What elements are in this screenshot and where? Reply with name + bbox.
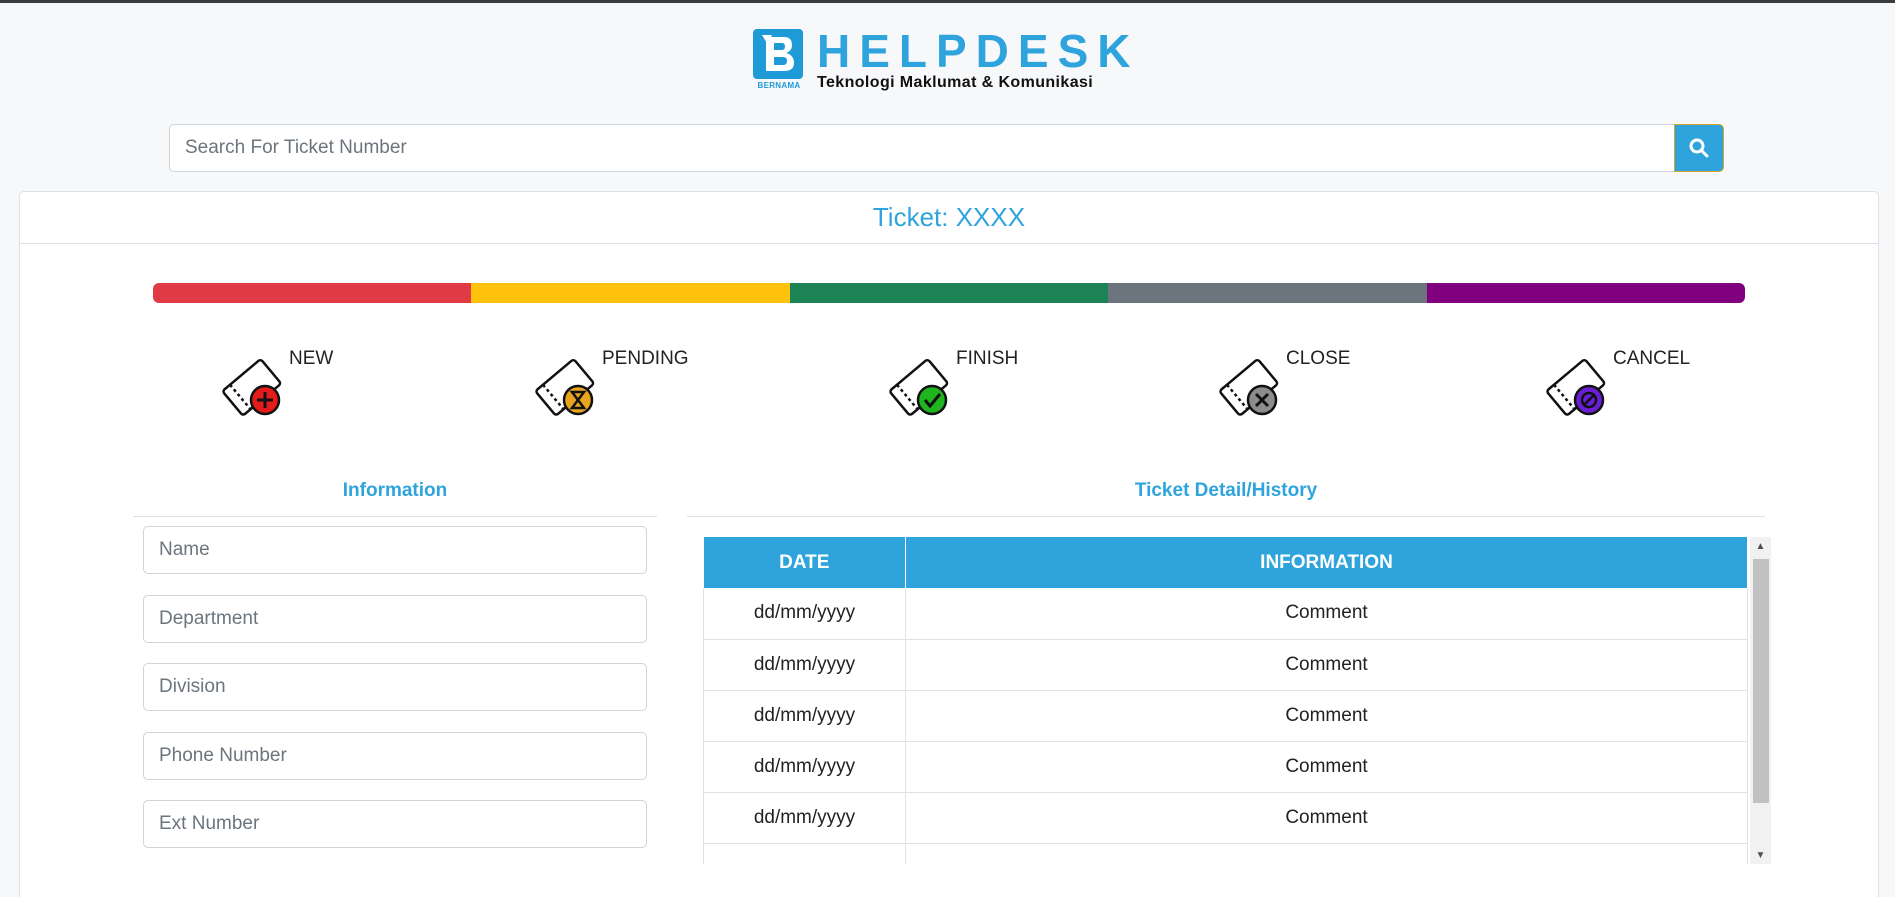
progress-segment-cancel [1426,283,1745,303]
history-table-container[interactable]: DATE INFORMATION dd/mm/yyyy Comment dd/m… [703,537,1771,864]
bernama-logo: BERNAMA [753,29,805,91]
pending-ticket-icon [535,359,595,416]
table-row: dd/mm/yyyy Comment [703,792,1748,844]
app-subtitle: Teknologi Maklumat & Komunikasi [817,74,1094,91]
row-information: Comment [905,690,1748,742]
information-title: Information [342,480,448,501]
table-row: dd/mm/yyyy Comment [703,741,1748,793]
row-information: Comment [905,792,1748,844]
scroll-up-arrow-icon[interactable]: ▲ [1750,537,1771,555]
row-date [703,843,906,864]
search-input[interactable] [169,124,1674,172]
phone-number-field[interactable] [143,732,647,780]
row-date: dd/mm/yyyy [703,588,906,640]
table-scrollbar[interactable]: ▲ ▼ [1750,537,1771,864]
table-row [703,843,1748,864]
department-field[interactable] [143,595,647,643]
row-information: Comment [905,588,1748,640]
ticket-card: Ticket: XXXX NEW PENDING FINISH CLOSE CA… [19,191,1879,897]
name-field[interactable] [143,526,647,574]
status-label-new: NEW [289,348,334,369]
row-date: dd/mm/yyyy [703,792,906,844]
logo-caption: BERNAMA [757,81,801,90]
table-row: dd/mm/yyyy Comment [703,639,1748,691]
status-label-close: CLOSE [1286,348,1351,369]
scrollbar-thumb[interactable] [1753,559,1769,803]
table-row: dd/mm/yyyy Comment [703,588,1748,640]
row-date: dd/mm/yyyy [703,639,906,691]
search-icon [1689,138,1709,158]
row-information: Comment [905,639,1748,691]
progress-segment-pending [471,283,790,303]
column-header-information: INFORMATION [905,537,1748,588]
information-divider [133,516,657,517]
history-table: DATE INFORMATION dd/mm/yyyy Comment dd/m… [703,537,1748,864]
history-title: Ticket Detail/History [1134,480,1318,501]
status-label-pending: PENDING [602,348,689,369]
cancel-ticket-icon [1546,359,1606,416]
close-ticket-icon [1219,359,1279,416]
history-divider [687,516,1765,517]
row-information: Comment [905,741,1748,793]
header: BERNAMA HELPDESK Teknologi Maklumat & Ko… [753,25,1140,92]
table-header-row: DATE INFORMATION [703,537,1748,588]
status-label-finish: FINISH [956,348,1019,369]
logo-mark-icon [753,29,803,79]
status-progress-bar [153,283,1745,303]
search-button[interactable] [1674,124,1724,172]
division-field[interactable] [143,663,647,711]
app-title: HELPDESK [817,25,1140,77]
scroll-down-arrow-icon[interactable]: ▼ [1750,846,1771,864]
search-bar [169,124,1724,172]
progress-segment-close [1108,283,1427,303]
ext-number-field[interactable] [143,800,647,848]
column-header-date: DATE [703,537,906,588]
row-information [905,843,1748,864]
progress-segment-new [153,283,472,303]
finish-ticket-icon [889,359,949,416]
table-row: dd/mm/yyyy Comment [703,690,1748,742]
ticket-title: Ticket: XXXX [20,192,1878,244]
row-date: dd/mm/yyyy [703,690,906,742]
new-ticket-icon [222,359,282,416]
progress-segment-finish [789,283,1109,303]
status-label-cancel: CANCEL [1613,348,1691,369]
row-date: dd/mm/yyyy [703,741,906,793]
